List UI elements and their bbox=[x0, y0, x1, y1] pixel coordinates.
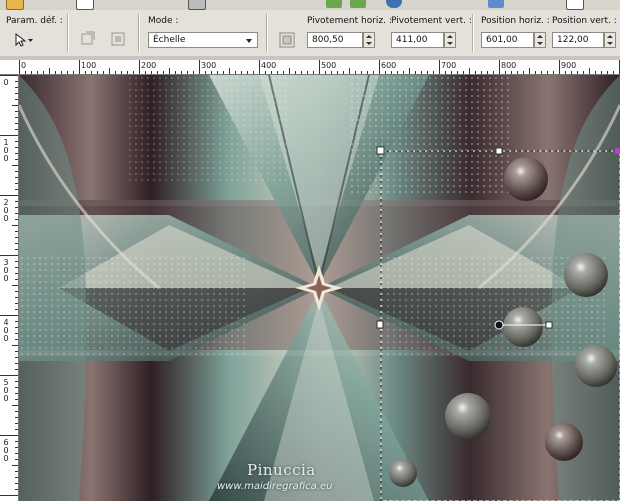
ruler-label: 800 bbox=[501, 61, 517, 70]
print-icon[interactable] bbox=[188, 0, 206, 10]
pivot-h-value: 800,50 bbox=[312, 35, 344, 45]
tool-options-bar: Param. déf. : Mode : Échelle Pivotement … bbox=[0, 10, 620, 57]
separator bbox=[138, 14, 140, 52]
ruler-label: 0 bbox=[3, 78, 9, 87]
pivot-v-input[interactable]: 411,00 bbox=[391, 32, 444, 48]
pos-v-input[interactable]: 122,00 bbox=[552, 32, 604, 48]
zoom-icon[interactable] bbox=[488, 0, 504, 8]
pos-v-label: Position vert. : bbox=[552, 16, 617, 26]
ruler-label: 1 0 0 bbox=[3, 138, 9, 163]
separator bbox=[472, 14, 474, 52]
ruler-label: 3 0 0 bbox=[3, 258, 9, 283]
info-icon[interactable] bbox=[386, 0, 402, 8]
pointer-icon[interactable] bbox=[14, 32, 34, 47]
fit-icon[interactable] bbox=[110, 31, 126, 47]
vertical-ruler[interactable]: 0 1 0 0 2 0 0 3 0 0 4 0 0 5 0 0 6 0 0 bbox=[0, 75, 19, 501]
ruler-label: 500 bbox=[321, 61, 337, 70]
pos-v-stepper[interactable] bbox=[604, 32, 616, 48]
separator bbox=[266, 14, 268, 52]
ruler-label: 5 0 0 bbox=[3, 378, 9, 403]
ruler-label: 900 bbox=[561, 61, 577, 70]
separator bbox=[67, 14, 69, 52]
pivot-h-input[interactable]: 800,50 bbox=[307, 32, 363, 48]
open-icon[interactable] bbox=[6, 0, 24, 10]
ruler-label: 100 bbox=[81, 61, 97, 70]
ruler-label: 700 bbox=[441, 61, 457, 70]
ruler-label: 0 bbox=[21, 61, 27, 70]
ruler-label: 300 bbox=[201, 61, 217, 70]
pivot-icon[interactable] bbox=[278, 31, 296, 49]
save-icon[interactable] bbox=[76, 0, 94, 10]
ruler-label: 200 bbox=[141, 61, 157, 70]
pivot-v-value: 411,00 bbox=[396, 35, 428, 45]
pivot-v-stepper[interactable] bbox=[444, 32, 456, 48]
chevron-down-icon bbox=[246, 39, 252, 43]
pivot-v-label: Pivotement vert. : bbox=[391, 16, 472, 26]
preset-label: Param. déf. : bbox=[6, 16, 63, 26]
pos-h-label: Position horiz. : bbox=[481, 16, 550, 26]
mode-label: Mode : bbox=[148, 16, 179, 26]
ruler-label: 600 bbox=[381, 61, 397, 70]
undo-icon[interactable] bbox=[326, 0, 342, 8]
watermark-name: Pinuccia bbox=[247, 461, 316, 479]
pivot-h-label: Pivotement horiz. : bbox=[307, 16, 392, 26]
ruler-label: 4 0 0 bbox=[3, 318, 9, 343]
watermark-url: www.maidiregrafica.eu bbox=[217, 481, 333, 492]
pos-h-input[interactable]: 601,00 bbox=[481, 32, 534, 48]
horizontal-ruler[interactable]: 0 100 200 300 400 500 600 700 800 900 bbox=[0, 60, 620, 75]
pos-v-value: 122,00 bbox=[557, 35, 589, 45]
reset-icon[interactable] bbox=[80, 31, 96, 47]
artwork bbox=[19, 75, 620, 501]
mode-value: Échelle bbox=[153, 35, 186, 45]
pos-h-stepper[interactable] bbox=[534, 32, 546, 48]
window-icon[interactable] bbox=[566, 0, 584, 10]
mode-select[interactable]: Échelle bbox=[148, 32, 258, 48]
ruler-label: 6 0 0 bbox=[3, 438, 9, 463]
ruler-label: 2 0 0 bbox=[3, 198, 9, 223]
ruler-label: 400 bbox=[261, 61, 277, 70]
pivot-h-stepper[interactable] bbox=[363, 32, 375, 48]
pos-h-value: 601,00 bbox=[486, 35, 518, 45]
redo-icon[interactable] bbox=[350, 0, 366, 8]
image-canvas[interactable]: Pinuccia www.maidiregrafica.eu bbox=[19, 75, 620, 501]
